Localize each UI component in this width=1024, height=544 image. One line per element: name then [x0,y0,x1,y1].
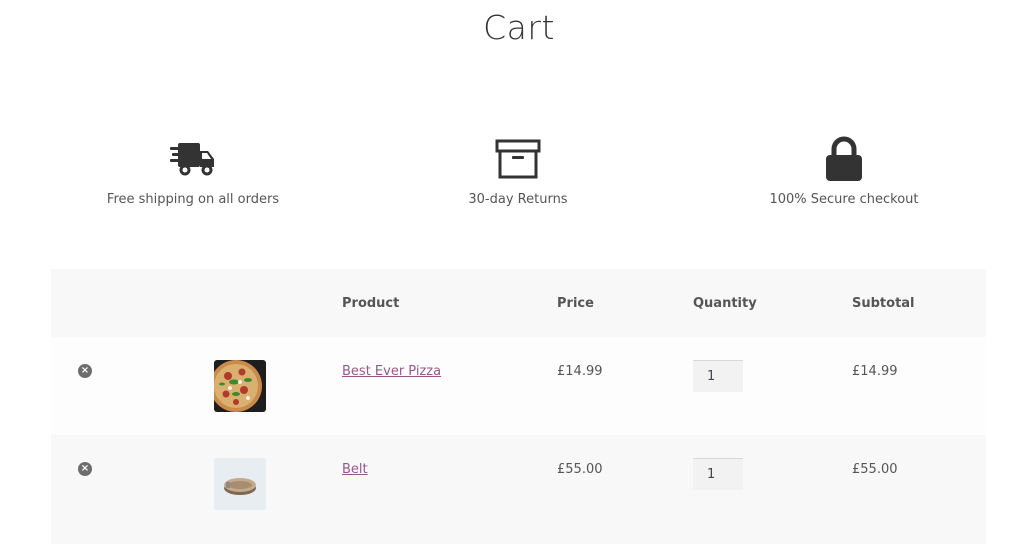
product-price: £55.00 [557,462,603,477]
feature-label: 100% Secure checkout [769,192,919,207]
product-link-text[interactable]: Best Ever Pizza [342,364,441,379]
product-name-link[interactable]: Best Ever Pizza [342,364,441,379]
column-header-quantity: Quantity [693,296,757,311]
cart-table-header: Product Price Quantity Subtotal [51,269,986,337]
feature-free-shipping: Free shipping on all orders [63,136,323,207]
column-header-product: Product [342,296,400,311]
product-subtotal: £55.00 [852,462,898,477]
remove-item-button[interactable]: × [78,364,92,378]
remove-item-button[interactable]: × [78,462,92,476]
cart-table: Product Price Quantity Subtotal × Best E… [51,269,986,544]
feature-returns: 30-day Returns [388,136,648,207]
feature-secure-checkout: 100% Secure checkout [714,136,974,207]
column-header-price: Price [557,296,594,311]
belt-image[interactable] [214,458,266,510]
quantity-input[interactable] [693,360,743,392]
page-title: Cart [483,8,555,47]
product-name-link[interactable]: Belt [342,462,368,477]
lock-icon [714,136,974,182]
pizza-image[interactable] [214,360,266,412]
cart-page: Cart Free shipping on all orders 30-day … [0,0,1024,544]
feature-label: Free shipping on all orders [106,192,280,207]
product-price: £14.99 [557,364,603,379]
column-header-subtotal: Subtotal [852,296,915,311]
archive-box-icon [388,136,648,182]
table-row: × Belt £55.00 £55.00 [51,435,986,544]
truck-icon [63,136,323,182]
table-row: × Best Ever Pizza £14.99 1 £14.99 [51,337,986,435]
product-subtotal: £14.99 [852,364,898,379]
feature-label: 30-day Returns [468,192,568,207]
features-bar: Free shipping on all orders 30-day Retur… [0,136,1024,226]
product-link-text[interactable]: Belt [342,462,368,477]
quantity-input[interactable] [693,458,743,490]
